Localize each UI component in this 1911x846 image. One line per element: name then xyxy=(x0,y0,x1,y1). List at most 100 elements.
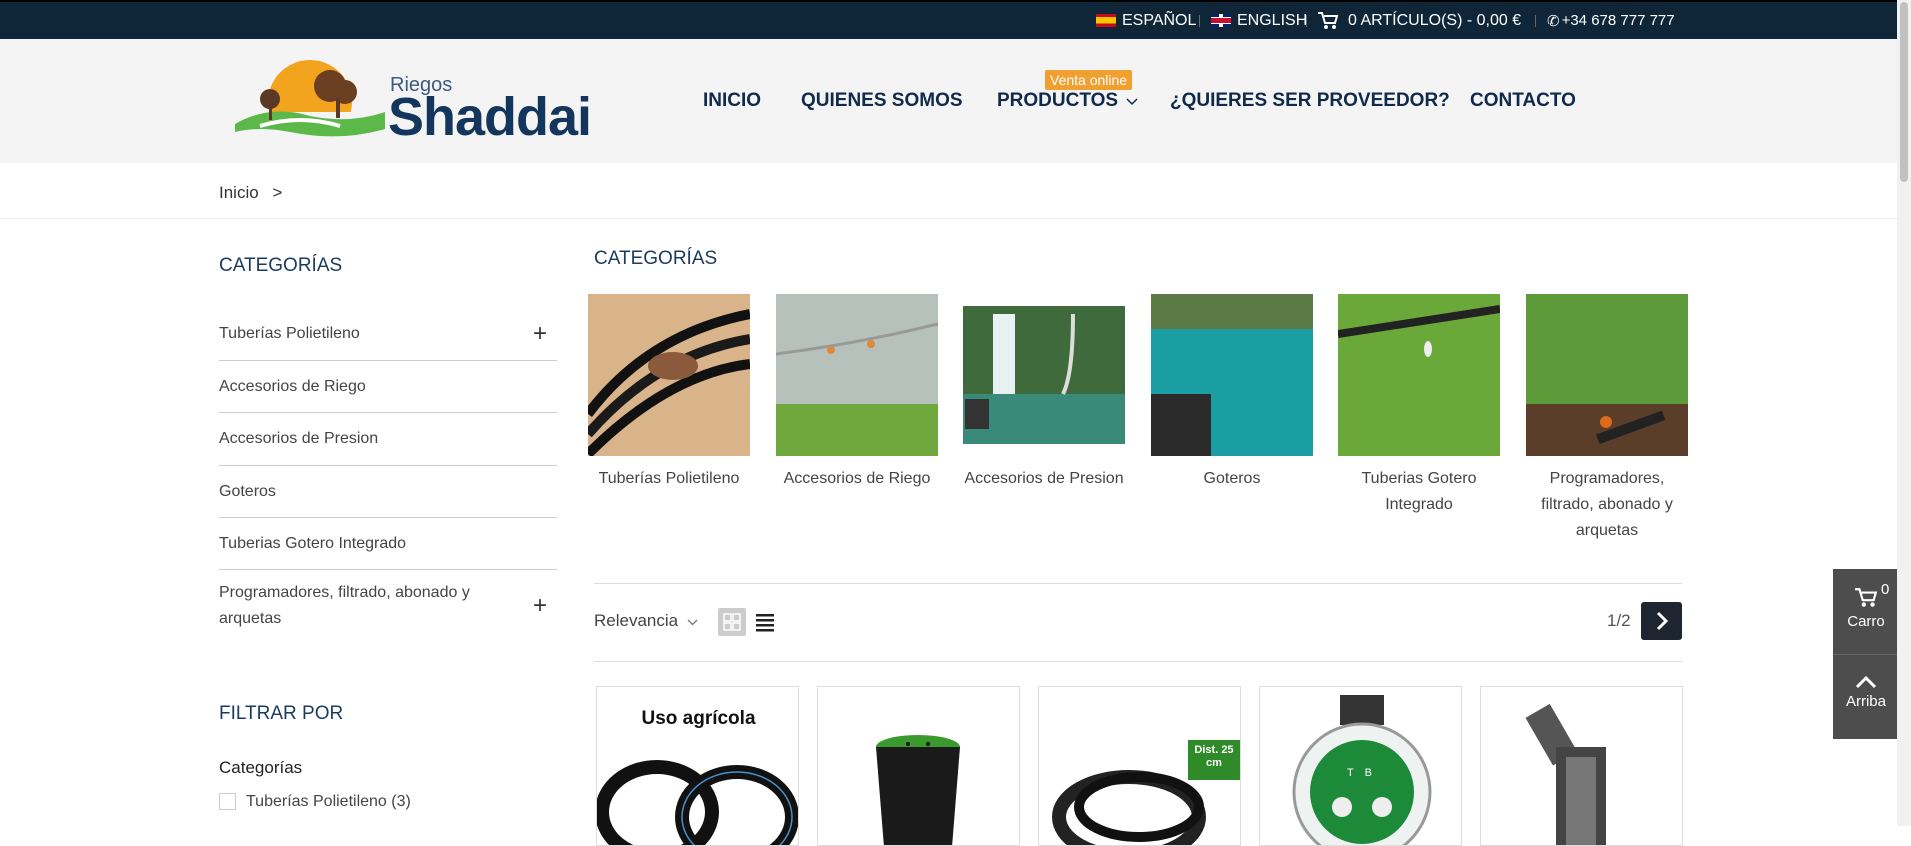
filter-option[interactable]: Tuberías Polietileno (3) xyxy=(219,793,411,811)
category-label: Tuberias Gotero Integrado xyxy=(1361,470,1477,513)
phone-number: +34 678 777 777 xyxy=(1561,12,1675,29)
category-image xyxy=(776,294,938,456)
main-categories-title: CATEGORÍAS xyxy=(594,248,718,269)
nav-item-contacto[interactable]: CONTACTO xyxy=(1470,90,1576,112)
cart-icon xyxy=(1318,11,1339,29)
list-view-icon[interactable] xyxy=(756,612,774,632)
product-card[interactable]: T B xyxy=(1259,686,1462,846)
logo-graphic-icon xyxy=(230,60,390,149)
category-label: Accesorios de Riego xyxy=(783,470,931,487)
category-image xyxy=(1526,294,1688,456)
divider xyxy=(0,218,1897,219)
category-image xyxy=(1151,294,1313,456)
category-label: Programadores, filtrado, abonado y arque… xyxy=(1541,470,1673,539)
nav-item-productos[interactable]: PRODUCTOS xyxy=(997,90,1138,112)
breadcrumb-home[interactable]: Inicio xyxy=(219,183,259,202)
product-card[interactable]: Dist. 25 cm xyxy=(1038,686,1241,846)
divider xyxy=(1306,15,1307,27)
nav-item-proveedor[interactable]: ¿QUIERES SER PROVEEDOR? xyxy=(1170,90,1450,112)
site-logo[interactable]: Riegos Shaddai xyxy=(230,54,592,149)
uk-flag-icon xyxy=(1211,14,1231,27)
category-card-accesorios-riego[interactable]: Accesorios de Riego xyxy=(776,294,938,492)
logo-text-large: Shaddai xyxy=(388,87,592,147)
distance-badge: Dist. 25 cm xyxy=(1188,740,1240,780)
category-image xyxy=(963,294,1125,456)
nav-item-inicio[interactable]: INICIO xyxy=(703,90,761,112)
category-card-tuberias-polietileno[interactable]: Tuberías Polietileno xyxy=(588,294,750,492)
category-card-tuberias-gotero[interactable]: Tuberias Gotero Integrado xyxy=(1338,294,1500,518)
cart-count-badge: 0 xyxy=(1881,581,1890,598)
sidebar-title: CATEGORÍAS xyxy=(219,255,343,276)
chevron-down-icon xyxy=(687,619,698,626)
category-card-goteros[interactable]: Goteros xyxy=(1151,294,1313,492)
sidebar-item-label: Programadores, filtrado, abonado y arque… xyxy=(219,584,470,627)
language-spanish-label: ESPAÑOL xyxy=(1122,11,1197,29)
scrollbar-thumb[interactable] xyxy=(1900,2,1908,182)
phone-link[interactable]: ✆ +34 678 777 777 xyxy=(1547,2,1675,39)
category-label: Accesorios de Presion xyxy=(964,470,1124,487)
sidebar-item-label: Accesorios de Presion xyxy=(219,430,379,447)
back-to-top-label: Arriba xyxy=(1845,693,1886,710)
language-spanish[interactable]: ESPAÑOL xyxy=(1096,2,1196,39)
nav-item-quienes-somos[interactable]: QUIENES SOMOS xyxy=(801,90,963,112)
sort-label: Relevancia xyxy=(594,611,679,630)
page-indicator: 1/2 xyxy=(1607,611,1631,630)
sidebar-item-label: Goteros xyxy=(219,482,276,500)
divider xyxy=(1535,15,1536,27)
chevron-up-icon xyxy=(1855,675,1877,689)
floating-widget: Carro 0 Arriba xyxy=(1833,569,1899,739)
category-label: Goteros xyxy=(1203,470,1261,487)
language-english[interactable]: ENGLISH xyxy=(1211,2,1307,39)
sort-dropdown[interactable]: Relevancia xyxy=(594,611,698,631)
plus-icon[interactable]: + xyxy=(533,593,547,619)
product-card[interactable] xyxy=(817,686,1020,846)
product-image xyxy=(1525,703,1606,845)
chevron-down-icon xyxy=(1126,98,1138,106)
nav-item-productos-label: PRODUCTOS xyxy=(997,90,1119,111)
checkbox[interactable] xyxy=(219,793,236,811)
divider xyxy=(1199,15,1200,27)
filter-title: FILTRAR POR xyxy=(219,703,344,724)
language-english-label: ENGLISH xyxy=(1237,11,1308,29)
product-image xyxy=(876,735,960,845)
category-card-programadores[interactable]: Programadores, filtrado, abonado y arque… xyxy=(1526,294,1688,544)
filter-group-title: Categorías xyxy=(219,758,303,777)
back-to-top-button[interactable]: Arriba xyxy=(1833,675,1899,710)
category-label: Tuberías Polietileno xyxy=(598,470,740,487)
phone-icon: ✆ xyxy=(1547,12,1560,30)
sidebar-item-label: Tuberias Gotero Integrado xyxy=(219,534,407,552)
cart-icon xyxy=(1855,588,1878,607)
cart-summary-label: 0 ARTÍCULO(S) - 0,00 € xyxy=(1348,11,1522,29)
divider xyxy=(594,661,1682,662)
category-image xyxy=(588,294,750,456)
product-card[interactable]: Uso agrícola xyxy=(596,686,799,846)
next-page-button[interactable] xyxy=(1641,602,1682,640)
page-scrollbar[interactable] xyxy=(1897,0,1911,826)
sidebar-item-label: Accesorios de Riego xyxy=(219,377,366,395)
top-bar: ESPAÑOL ENGLISH 0 ARTÍCULO(S) - 0,00 € ✆… xyxy=(0,0,1897,39)
sidebar-item-label: Tuberías Polietileno xyxy=(219,325,360,342)
filter-option-label: Tuberías Polietileno (3) xyxy=(246,793,411,810)
sidebar-item-programadores[interactable]: Programadores, filtrado, abonado y arque… xyxy=(219,570,557,642)
venta-online-badge: Venta online xyxy=(1045,70,1133,90)
divider xyxy=(594,583,1682,584)
product-image-text: T B xyxy=(1347,767,1376,779)
sidebar-item-tuberias-gotero[interactable]: Tuberias Gotero Integrado xyxy=(219,518,557,570)
cart-summary[interactable]: 0 ARTÍCULO(S) - 0,00 € xyxy=(1317,2,1521,39)
product-card[interactable] xyxy=(1480,686,1683,846)
sidebar-item-accesorios-riego[interactable]: Accesorios de Riego xyxy=(219,361,557,413)
chevron-right-icon xyxy=(1656,611,1669,631)
sidebar-item-goteros[interactable]: Goteros xyxy=(219,466,557,518)
plus-icon[interactable]: + xyxy=(533,320,547,348)
floating-cart-label: Carro xyxy=(1847,613,1885,630)
spain-flag-icon xyxy=(1096,14,1116,27)
breadcrumb: Inicio > xyxy=(219,183,282,203)
category-image xyxy=(1338,294,1500,456)
grid-view-icon[interactable] xyxy=(718,608,746,636)
sidebar-item-accesorios-presion[interactable]: Accesorios de Presion xyxy=(219,413,557,466)
divider xyxy=(1833,654,1899,655)
category-card-accesorios-presion[interactable]: Accesorios de Presion xyxy=(963,294,1125,492)
breadcrumb-separator: > xyxy=(272,183,283,202)
sidebar-item-tuberias-polietileno[interactable]: Tuberías Polietileno + xyxy=(219,308,557,361)
product-image xyxy=(597,760,798,845)
